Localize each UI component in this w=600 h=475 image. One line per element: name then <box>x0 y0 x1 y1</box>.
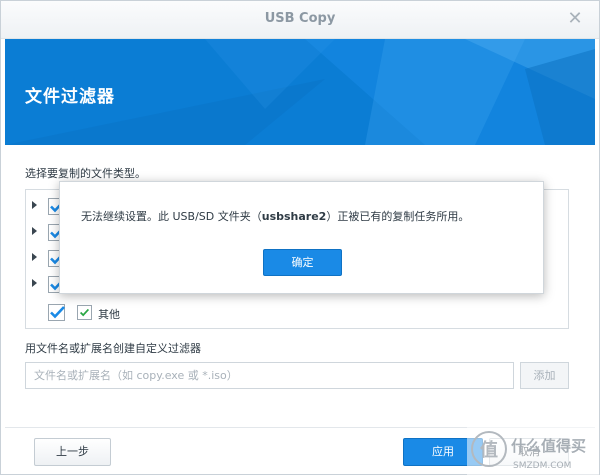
checkbox-checked-icon[interactable] <box>77 305 92 320</box>
ok-button[interactable]: 确定 <box>263 249 342 276</box>
dialog-message-suffix: ）正被已有的复制任务所用。 <box>326 210 470 223</box>
back-button[interactable]: 上一步 <box>34 438 111 466</box>
watermark-logo: 值 什么值得买 SMZDM.COM <box>467 425 599 475</box>
expand-arrow-icon[interactable] <box>32 227 37 235</box>
header-banner: 文件过滤器 <box>5 39 595 145</box>
expand-arrow-icon[interactable] <box>32 279 37 287</box>
window-titlebar[interactable]: USB Copy ✕ <box>1 1 599 39</box>
filetype-section-label: 选择要复制的文件类型。 <box>25 167 146 180</box>
add-filter-button[interactable]: 添加 <box>520 362 569 389</box>
dialog-message: 无法继续设置。此 USB/SD 文件夹（usbshare2）正被已有的复制任务所… <box>81 208 469 224</box>
expand-arrow-icon[interactable] <box>32 201 37 209</box>
checkbox-checked-icon[interactable] <box>48 304 65 321</box>
svg-text:值: 值 <box>480 439 498 461</box>
expand-arrow-icon[interactable] <box>32 253 37 261</box>
custom-filter-label: 用文件名或扩展名创建自定义过滤器 <box>25 342 201 355</box>
filter-name-input[interactable] <box>25 362 514 389</box>
dialog-message-prefix: 无法继续设置。此 USB/SD 文件夹（ <box>81 210 262 223</box>
tree-row-label: 其他 <box>98 308 120 321</box>
error-dialog: 无法继续设置。此 USB/SD 文件夹（usbshare2）正被已有的复制任务所… <box>59 181 544 294</box>
watermark-text: 什么值得买 <box>511 437 586 455</box>
dialog-message-share: usbshare2 <box>261 210 327 223</box>
close-icon[interactable]: ✕ <box>565 9 585 29</box>
window-title: USB Copy <box>264 11 336 26</box>
page-title: 文件过滤器 <box>25 87 115 107</box>
usb-copy-window: USB Copy ✕ 文件过滤器 选择要复制的文件类型。 其他 用文件名或扩展名… <box>0 0 600 475</box>
watermark-url: SMZDM.COM <box>513 461 571 471</box>
